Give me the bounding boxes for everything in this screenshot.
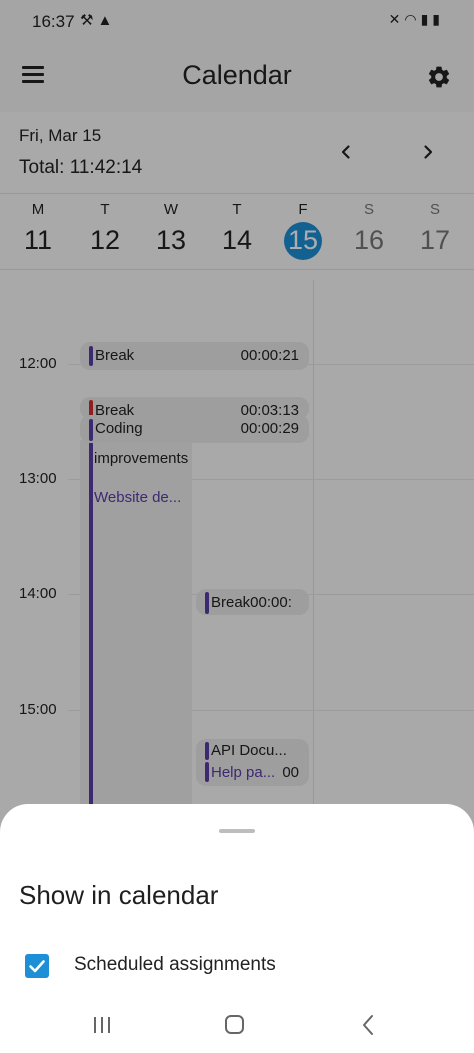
scheduled-assignments-checkbox[interactable] bbox=[25, 954, 49, 978]
app-screen: 16:37 ⚒▲ ✕◠▮▮ Calendar Fri, Mar 15 Total… bbox=[0, 0, 474, 1053]
back-icon[interactable] bbox=[360, 1014, 376, 1036]
system-nav-bar bbox=[0, 996, 474, 1053]
scheduled-assignments-label[interactable]: Scheduled assignments bbox=[74, 954, 276, 976]
drag-handle[interactable] bbox=[219, 829, 255, 833]
sheet-title: Show in calendar bbox=[19, 880, 219, 910]
home-icon[interactable] bbox=[225, 1015, 244, 1034]
recents-icon[interactable] bbox=[92, 1016, 112, 1034]
checkmark-icon bbox=[29, 960, 45, 973]
